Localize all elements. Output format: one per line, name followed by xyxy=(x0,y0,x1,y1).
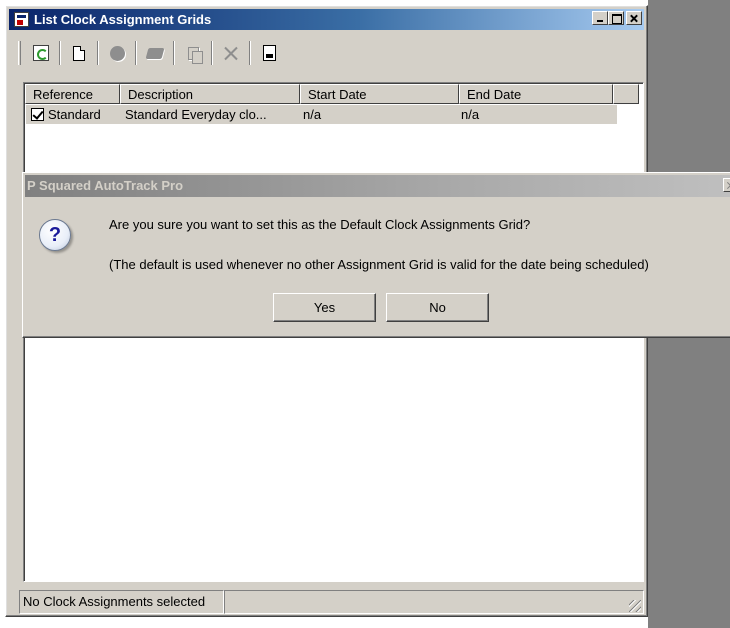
maximize-button[interactable] xyxy=(608,11,624,25)
toolbar-grip[interactable] xyxy=(18,41,21,65)
dialog-close-button[interactable] xyxy=(723,178,730,192)
status-panel-empty xyxy=(224,590,644,614)
resize-grip[interactable] xyxy=(629,600,641,612)
toolbar-separator xyxy=(249,41,251,65)
list-header: Reference Description Start Date End Dat… xyxy=(25,84,639,104)
no-button[interactable]: No xyxy=(386,293,489,322)
window-title-bar[interactable]: List Clock Assignment Grids xyxy=(9,9,644,30)
row-checkbox[interactable] xyxy=(31,108,44,121)
column-header-reference[interactable]: Reference xyxy=(25,84,120,104)
minimize-button[interactable] xyxy=(592,11,608,25)
window-title: List Clock Assignment Grids xyxy=(34,12,212,27)
toolbar-separator xyxy=(97,41,99,65)
toolbar-separator xyxy=(59,41,61,65)
column-header-description[interactable]: Description xyxy=(120,84,300,104)
toolbar xyxy=(14,36,344,70)
cell-description: Standard Everyday clo... xyxy=(125,107,267,122)
status-text: No Clock Assignments selected xyxy=(19,590,224,614)
yes-button[interactable]: Yes xyxy=(273,293,376,322)
cell-start-date: n/a xyxy=(303,107,322,122)
app-icon[interactable] xyxy=(14,12,29,27)
cell-reference: Standard xyxy=(48,107,101,122)
print-button[interactable] xyxy=(143,41,167,65)
toolbar-separator xyxy=(211,41,213,65)
properties-button[interactable] xyxy=(257,41,281,65)
window-controls xyxy=(592,11,642,25)
close-button[interactable] xyxy=(626,11,642,25)
circle-icon xyxy=(109,45,125,61)
confirm-dialog: P Squared AutoTrack Pro ? Are you sure y… xyxy=(22,172,730,338)
toolbar-separator xyxy=(135,41,137,65)
column-header-end-date[interactable]: End Date xyxy=(459,84,613,104)
dialog-title-bar[interactable]: P Squared AutoTrack Pro xyxy=(25,175,730,197)
new-button[interactable] xyxy=(67,41,91,65)
copy-button[interactable] xyxy=(181,41,205,65)
refresh-icon xyxy=(33,45,49,61)
record-button[interactable] xyxy=(105,41,129,65)
screen: List Clock Assignment Grids Reference De… xyxy=(0,0,730,628)
column-header-filler xyxy=(613,84,639,104)
delete-icon xyxy=(223,45,239,61)
toolbar-separator xyxy=(173,41,175,65)
status-bar: No Clock Assignments selected xyxy=(19,590,647,616)
dialog-note: (The default is used whenever no other A… xyxy=(109,257,649,272)
table-row[interactable]: Standard Standard Everyday clo... n/a n/… xyxy=(26,105,617,124)
print-icon xyxy=(145,47,165,59)
copy-icon xyxy=(187,46,203,64)
column-header-start-date[interactable]: Start Date xyxy=(300,84,459,104)
document-icon xyxy=(262,45,276,61)
question-icon: ? xyxy=(39,219,71,251)
refresh-button[interactable] xyxy=(29,41,53,65)
delete-button[interactable] xyxy=(219,41,243,65)
dialog-message: Are you sure you want to set this as the… xyxy=(109,217,531,232)
dialog-title: P Squared AutoTrack Pro xyxy=(27,178,184,193)
new-document-icon xyxy=(73,45,85,61)
cell-end-date: n/a xyxy=(461,107,480,122)
